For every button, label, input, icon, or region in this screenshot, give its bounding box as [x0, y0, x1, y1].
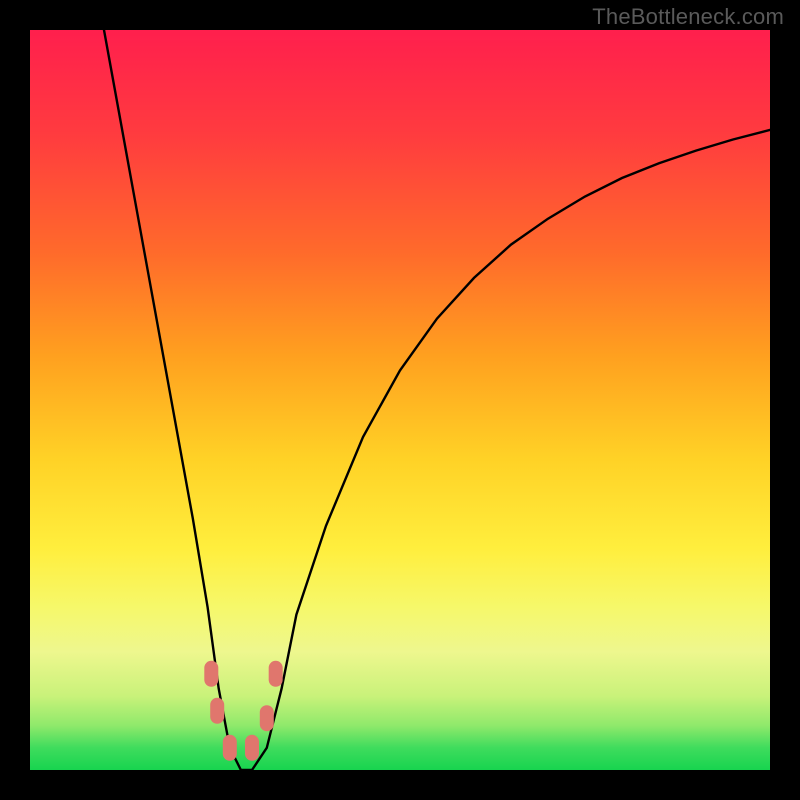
watermark-text: TheBottleneck.com: [592, 4, 784, 30]
plot-area: [30, 30, 770, 770]
chart-frame: TheBottleneck.com: [0, 0, 800, 800]
curve-marker: [223, 735, 237, 761]
curve-marker: [245, 735, 259, 761]
curve-marker: [210, 698, 224, 724]
bottleneck-curve: [30, 30, 770, 770]
curve-marker: [260, 705, 274, 731]
curve-marker: [204, 661, 218, 687]
curve-marker: [269, 661, 283, 687]
